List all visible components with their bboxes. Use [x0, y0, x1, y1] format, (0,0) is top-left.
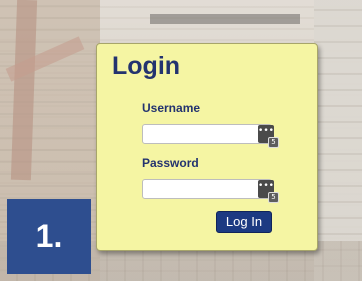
password-manager-badge: 5 [268, 192, 279, 203]
password-field-container: ••• 5 [142, 179, 279, 203]
login-panel: Login Username ••• 5 Password ••• 5 Log … [96, 43, 318, 251]
password-manager-icon[interactable]: ••• 5 [258, 180, 279, 203]
background-top-bar [150, 14, 300, 24]
log-in-button[interactable]: Log In [216, 211, 272, 233]
password-input[interactable] [143, 180, 251, 198]
step-number-badge: 1. [7, 199, 91, 274]
background-right-wall [314, 0, 362, 281]
username-input[interactable] [143, 125, 251, 143]
password-label: Password [142, 156, 199, 170]
password-manager-badge: 5 [268, 137, 279, 148]
password-manager-icon[interactable]: ••• 5 [258, 125, 279, 148]
username-label: Username [142, 101, 201, 115]
username-field-container: ••• 5 [142, 124, 279, 148]
login-title: Login [112, 52, 181, 80]
